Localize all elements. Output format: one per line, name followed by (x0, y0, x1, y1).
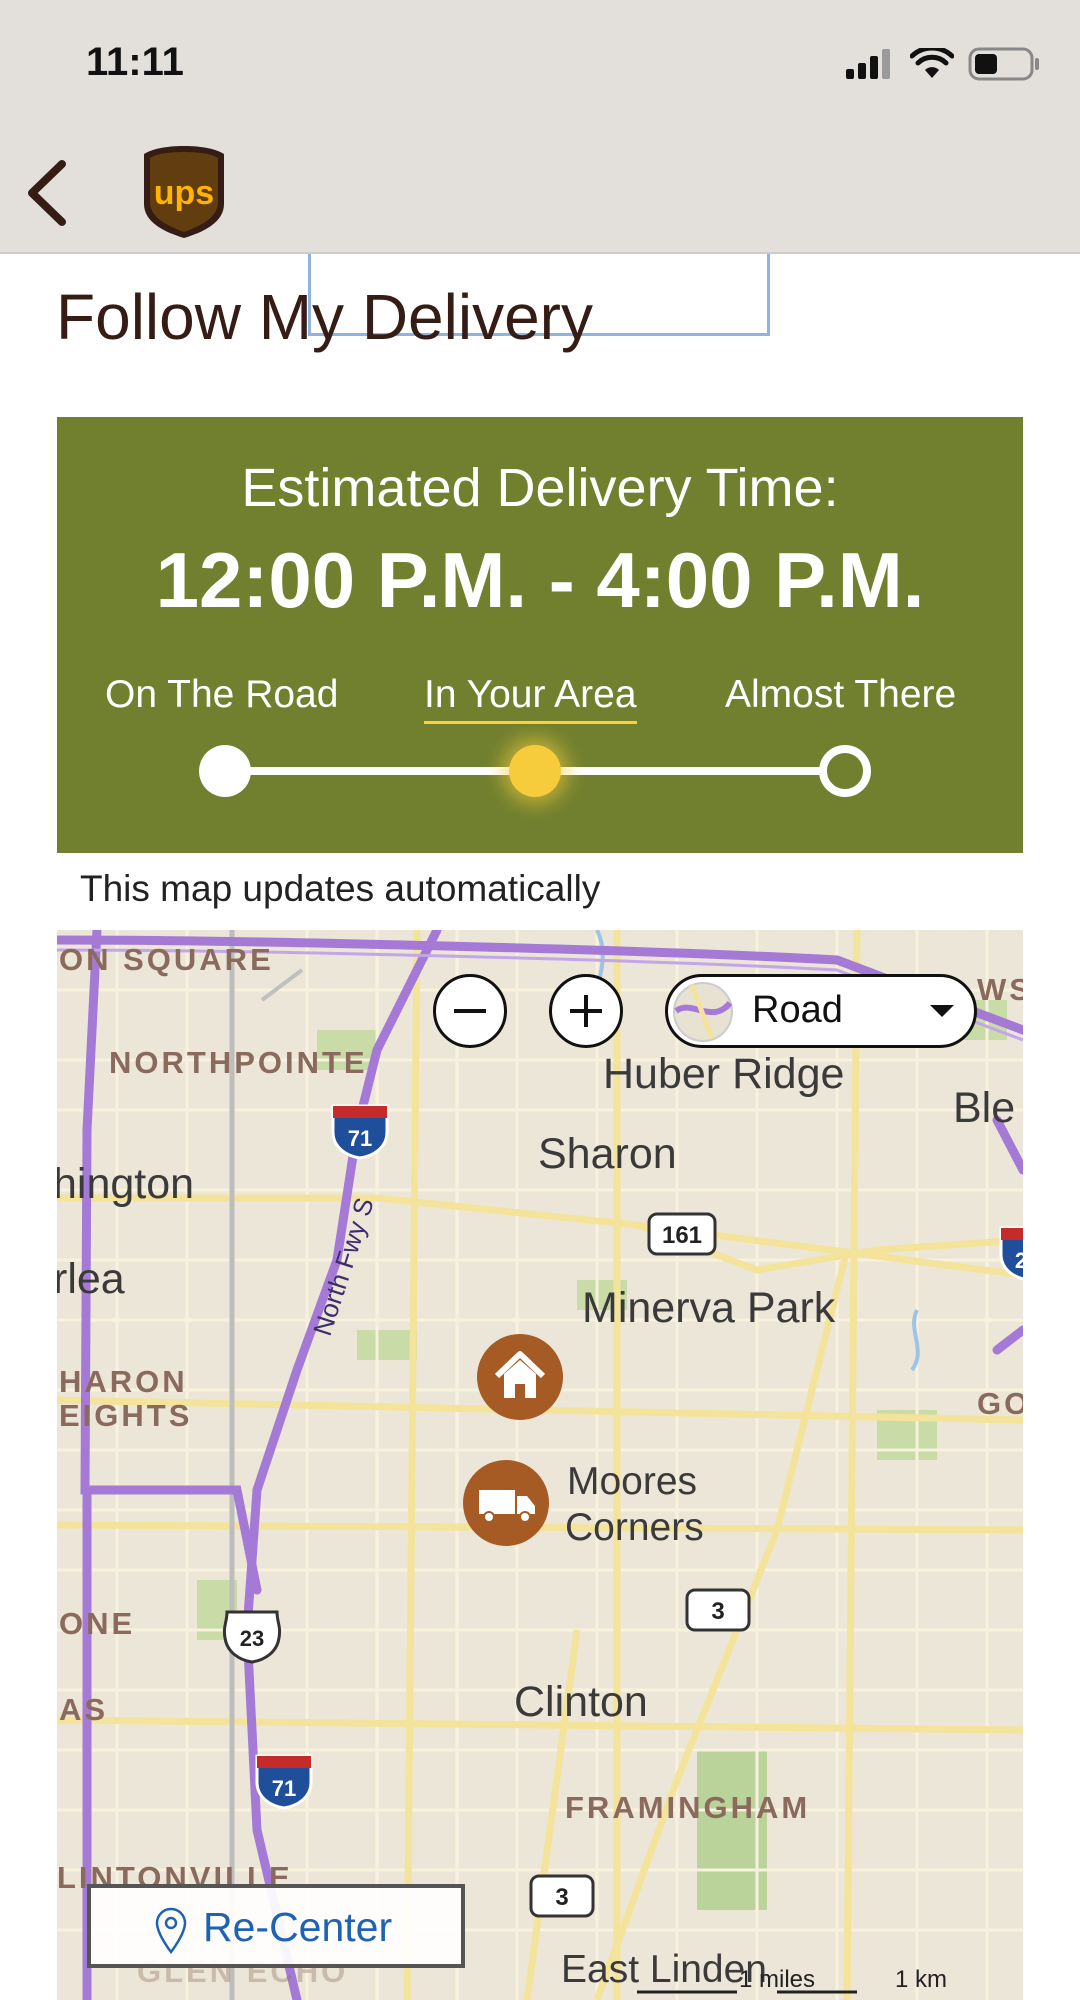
map-label-place: Clinton (514, 1678, 648, 1726)
step-on-the-road: On The Road (105, 673, 339, 716)
route-3-shield: 3 (529, 1874, 595, 1923)
map-label-district: ON SQUARE (59, 942, 274, 977)
svg-text:ups: ups (154, 174, 214, 212)
map-label-place: Moores (567, 1460, 698, 1503)
interstate-shield: 2 (997, 1224, 1023, 1287)
estimate-label: Estimated Delivery Time: (241, 458, 839, 518)
map-update-note: This map updates automatically (80, 868, 601, 909)
status-time: 11:11 (86, 40, 184, 84)
map-label-district: NORTHPOINTE (109, 1045, 368, 1080)
map-label-place: hington (57, 1160, 195, 1208)
progress-dot-current (509, 745, 561, 797)
zoom-out-button[interactable] (433, 974, 507, 1048)
map-label-place: Minerva Park (582, 1284, 836, 1332)
map-label-place: Corners (565, 1506, 704, 1549)
interstate-71-shield: 71 (253, 1752, 315, 1815)
us-23-shield: 23 (221, 1608, 283, 1669)
battery-icon (968, 47, 1039, 81)
map-label-place: rlea (57, 1255, 125, 1303)
back-chevron-icon (28, 160, 66, 226)
zoom-in-icon (570, 995, 602, 1027)
recenter-label: Re-Center (203, 1904, 393, 1950)
page-content: Follow My Delivery Estimated Delivery Ti… (0, 254, 1080, 2000)
signal-icon (846, 49, 890, 79)
back-button[interactable] (16, 156, 86, 226)
interstate-71-shield: 71 (329, 1102, 391, 1165)
map-label-district: GO (977, 1386, 1023, 1421)
route-3-shield: 3 (685, 1588, 751, 1637)
scale-miles: 1 miles (739, 1966, 816, 1993)
step-almost-there: Almost There (725, 673, 957, 716)
map-type-select[interactable]: Road (665, 974, 977, 1048)
delivery-map[interactable]: ON SQUARE NORTHPOINTE Huber Ridge Ble hi… (57, 930, 1023, 2000)
map-label-district: ONE (59, 1606, 136, 1641)
map-label-place: Sharon (538, 1130, 677, 1178)
svg-text:161: 161 (662, 1222, 702, 1249)
svg-text:71: 71 (348, 1126, 372, 1151)
svg-text:71: 71 (272, 1776, 296, 1801)
progress-dot-pending (819, 745, 871, 797)
map-label-district: EIGHTS (59, 1398, 193, 1433)
truck-marker-icon (479, 1490, 535, 1523)
page-title: Follow My Delivery (56, 281, 593, 353)
location-pin-icon (155, 1907, 187, 1954)
zoom-in-button[interactable] (549, 974, 623, 1048)
estimate-window: 12:00 P.M. - 4:00 P.M. (155, 536, 925, 624)
step-in-your-area: In Your Area (424, 673, 637, 724)
wifi-icon (910, 48, 954, 78)
status-bar: 11:11 (0, 0, 1080, 130)
recenter-button[interactable]: Re-Center (87, 1884, 465, 1968)
map-label-district: AS (59, 1692, 109, 1727)
scale-km: 1 km (895, 1966, 948, 1993)
home-marker-icon (494, 1351, 546, 1398)
svg-text:3: 3 (555, 1884, 568, 1911)
ups-logo: ups (142, 144, 226, 240)
map-label-district: FRAMINGHAM (565, 1790, 811, 1825)
map-label-district: WS (977, 972, 1023, 1007)
route-161-shield: 161 (647, 1212, 717, 1261)
svg-text:23: 23 (240, 1626, 264, 1651)
progress-dot-complete (199, 745, 251, 797)
delivery-estimate-panel: Estimated Delivery Time: 12:00 P.M. - 4:… (57, 417, 1023, 853)
map-type-value: Road (752, 989, 843, 1031)
map-label-district: HARON (59, 1364, 188, 1399)
home-marker[interactable] (477, 1334, 563, 1420)
map-label-place: Huber Ridge (603, 1050, 845, 1098)
svg-text:3: 3 (711, 1598, 724, 1625)
truck-marker[interactable] (463, 1460, 549, 1546)
svg-text:2: 2 (1015, 1248, 1023, 1273)
dropdown-arrow-icon (930, 1005, 954, 1017)
zoom-out-icon (454, 1009, 486, 1013)
top-nav-bar: ups (0, 130, 1080, 254)
status-icons (846, 44, 1040, 84)
map-label-place: Ble (953, 1084, 1016, 1132)
map-label-place: East Linden (561, 1948, 767, 1991)
map-type-icon (673, 982, 733, 1042)
